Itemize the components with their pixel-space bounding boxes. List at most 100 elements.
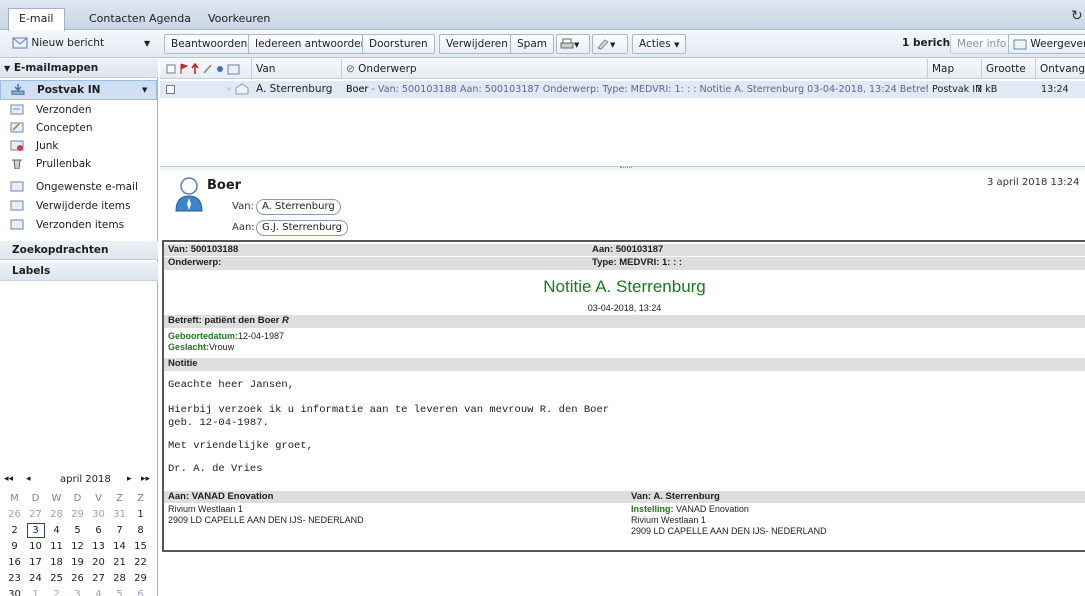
calendar-day[interactable]: 12 [67,538,88,554]
sidebar-item-sent-items[interactable]: Verzonden items [0,216,157,234]
column-size[interactable]: Grootte [982,59,1036,79]
row-checkbox[interactable] [166,85,175,94]
weekday: W [51,492,62,504]
calendar-day[interactable]: 27 [25,506,46,522]
sidebar-item-label: Concepten [36,122,93,134]
calendar-day[interactable]: 31 [109,506,130,522]
sidebar-item-junk[interactable]: Junk [0,137,157,155]
calendar-day[interactable]: 18 [46,554,67,570]
calendar-day[interactable]: 8 [130,522,151,538]
note-sex-value: Vrouw [209,342,235,352]
column-subject[interactable]: ⊘ Onderwerp [342,59,928,79]
calendar-day[interactable]: 20 [88,554,109,570]
calendar-day[interactable]: 1 [130,506,151,522]
calendar-day[interactable]: 28 [109,570,130,586]
today-label: 3 [26,522,45,538]
column-folder[interactable]: Map [928,59,982,79]
tab-preferences[interactable]: Voorkeuren [204,9,274,30]
calendar-day[interactable]: 21 [109,554,130,570]
calendar-day[interactable]: 15 [130,538,151,554]
calendar-day[interactable]: 7 [109,522,130,538]
calendar-day[interactable]: 5 [109,586,130,596]
delete-button[interactable]: Verwijderen [439,34,515,54]
search-header[interactable]: Zoekopdrachten [0,241,158,260]
calendar-day[interactable]: 29 [130,570,151,586]
calendar-day[interactable]: 28 [46,506,67,522]
junk-icon [10,140,24,151]
column-received[interactable]: Ontvange [1036,59,1085,79]
from-pill[interactable]: A. Sterrenburg [256,199,341,215]
calendar-day[interactable]: 6 [88,522,109,538]
actions-button[interactable]: Acties ▼ [632,34,687,54]
calendar-day[interactable]: 9 [4,538,25,554]
column-from[interactable]: Van [252,59,342,79]
tag-button[interactable]: ▼ [592,34,628,54]
forward-button[interactable]: Doorsturen [362,34,435,54]
calendar-day[interactable]: 26 [4,506,25,522]
sidebar-item-sent[interactable]: Verzonden [0,101,157,119]
prev-month-icon[interactable]: ◂ [26,474,31,484]
calendar-day[interactable]: 3 [67,586,88,596]
reply-button[interactable]: Beantwoorden [164,34,255,54]
note-inst-label: Instelling: [631,504,674,514]
calendar-day[interactable]: 30 [88,506,109,522]
new-message-dropdown-icon[interactable]: ▼ [144,34,150,53]
calendar-day[interactable]: 14 [109,538,130,554]
note-body-line: geb. 12-04-1987. [168,417,269,429]
tag-icon [597,39,609,50]
more-info-button[interactable]: Meer info [950,34,1014,54]
sidebar-item-inbox[interactable]: Postvak IN ▼ [0,80,157,100]
reply-all-button[interactable]: Iedereen antwoorden [248,34,375,54]
row-from: A. Sterrenburg [256,83,333,95]
calendar-day[interactable]: 6 [130,586,151,596]
calendar-day[interactable]: 29 [67,506,88,522]
tab-email[interactable]: E-mail [8,8,65,31]
sidebar-item-label: Verwijderde items [36,200,131,212]
prev-year-icon[interactable]: ◂◂ [4,474,13,484]
actions-label: Acties [639,38,671,50]
calendar-day[interactable]: 26 [67,570,88,586]
calendar-day[interactable]: 16 [4,554,25,570]
sidebar-item-deleted[interactable]: Verwijderde items [0,197,157,215]
spam-button[interactable]: Spam [510,34,554,54]
sidebar-item-trash[interactable]: Prullenbak [0,155,157,173]
note-from-addr1: Rivium Westlaan 1 [631,515,706,525]
calendar-day[interactable]: 11 [46,538,67,554]
tab-agenda[interactable]: Agenda [145,9,195,30]
sidebar-item-drafts[interactable]: Concepten [0,119,157,137]
refresh-icon[interactable]: ↻ [1071,8,1083,24]
calendar-day[interactable]: 22 [130,554,151,570]
calendar-day[interactable]: 23 [4,570,25,586]
weekday: D [31,492,40,504]
tab-contacts[interactable]: Contacten [85,9,150,30]
calendar-day[interactable]: 10 [25,538,46,554]
calendar-day[interactable]: 2 [4,522,25,538]
next-month-icon[interactable]: ▸ [127,474,132,484]
sidebar-item-unwanted[interactable]: Ongewenste e-mail [0,178,157,196]
inbox-dropdown-icon[interactable]: ▼ [142,81,147,99]
calendar-day-today[interactable]: 3 [25,522,46,538]
calendar-day[interactable]: 30 [4,586,25,596]
calendar-day[interactable]: 2 [46,586,67,596]
calendar-day[interactable]: 27 [88,570,109,586]
folders-header[interactable]: ▼ E-mailmappen [0,59,158,78]
calendar-day[interactable]: 4 [88,586,109,596]
calendar-day[interactable]: 4 [46,522,67,538]
view-button[interactable]: Weergeven [1008,34,1085,54]
table-row[interactable]: A. Sterrenburg Boer - Van: 500103188 Aan… [160,81,1085,98]
to-pill[interactable]: G.J. Sterrenburg [256,220,348,236]
row-subject: Boer - Van: 500103188 Aan: 500103187 Ond… [346,81,928,98]
labels-header[interactable]: Labels [0,262,158,281]
next-year-icon[interactable]: ▸▸ [141,474,150,484]
sidebar-item-label: Verzonden items [36,219,125,231]
collapse-icon: ▼ [4,64,11,73]
calendar-day[interactable]: 25 [46,570,67,586]
calendar-day[interactable]: 19 [67,554,88,570]
calendar-day[interactable]: 17 [25,554,46,570]
calendar-day[interactable]: 1 [25,586,46,596]
calendar-day[interactable]: 13 [88,538,109,554]
calendar-day[interactable]: 24 [25,570,46,586]
print-button[interactable]: ▼ [556,34,590,54]
calendar-day[interactable]: 5 [67,522,88,538]
new-message-button[interactable]: Nieuw bericht ▼ [12,34,155,54]
